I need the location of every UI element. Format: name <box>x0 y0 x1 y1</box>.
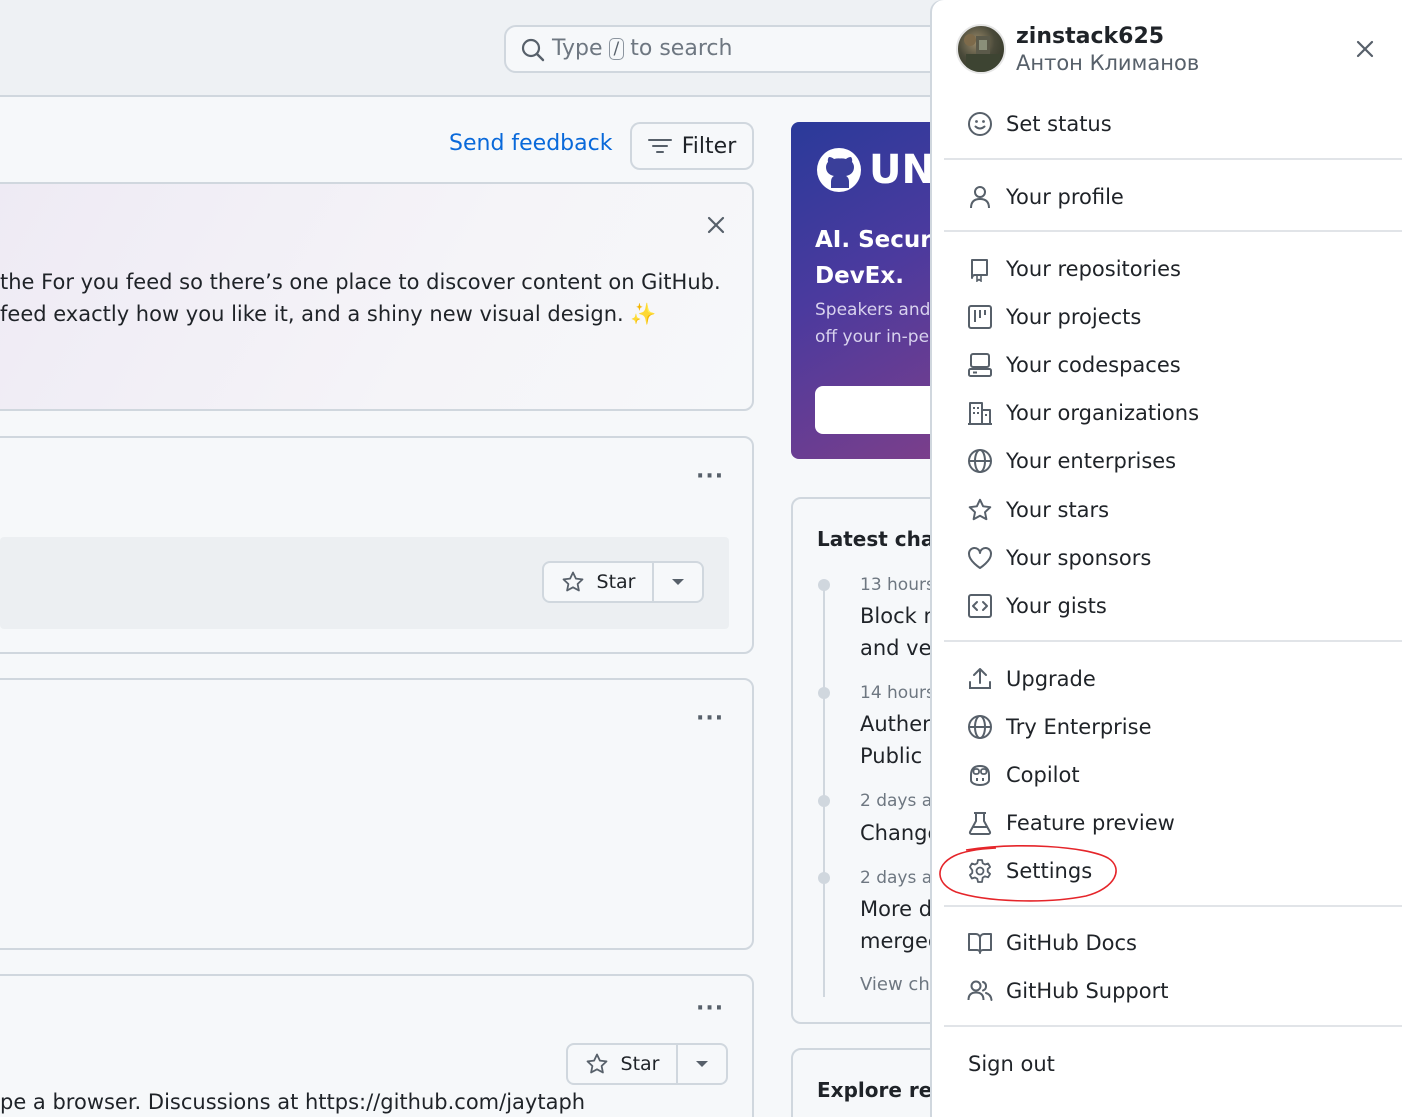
latest-changes-panel: Latest chang 13 hours Block n and ver 14… <box>791 497 951 1024</box>
menu-divider <box>944 230 1402 232</box>
change-link[interactable]: More d <box>860 893 932 925</box>
globe-icon <box>966 713 994 741</box>
codespaces-icon <box>966 351 994 379</box>
star-icon <box>585 1052 609 1076</box>
menu-item-your-enterprises[interactable]: Your enterprises <box>966 441 1396 481</box>
change-time: 13 hours <box>860 575 935 595</box>
change-time: 14 hours <box>860 683 935 703</box>
menu-divider <box>944 905 1402 907</box>
copilot-icon <box>966 761 994 789</box>
kebab-menu-icon[interactable]: ··· <box>696 706 724 731</box>
github-mark-icon <box>817 148 861 192</box>
upload-icon <box>966 665 994 693</box>
feed-announcement-banner <box>0 182 754 411</box>
search-icon <box>520 37 546 63</box>
organization-icon <box>966 399 994 427</box>
filter-button[interactable]: Filter <box>630 122 754 170</box>
menu-item-github-docs[interactable]: GitHub Docs <box>966 923 1396 963</box>
menu-item-your-profile[interactable]: Your profile <box>966 177 1396 217</box>
kebab-menu-icon[interactable]: ··· <box>696 464 724 489</box>
github-universe-logo: UNIV <box>815 146 951 194</box>
star-icon <box>966 496 994 524</box>
red-annotation-circle <box>939 845 1117 902</box>
star-list-dropdown[interactable] <box>678 1045 726 1083</box>
explore-title: Explore repo <box>817 1078 951 1102</box>
menu-item-set-status[interactable]: Set status <box>966 104 1396 144</box>
timeline-dot <box>818 872 830 884</box>
close-icon[interactable] <box>705 214 727 236</box>
menu-item-github-support[interactable]: GitHub Support <box>966 971 1396 1011</box>
star-button[interactable]: Star <box>566 1043 728 1085</box>
universe-promo-card: UNIV AI. Securit DevEx. Speakers and off… <box>791 122 951 459</box>
timeline-line <box>823 587 825 997</box>
feed-item-card <box>0 678 754 950</box>
star-button[interactable]: Star <box>542 561 704 603</box>
menu-item-your-codespaces[interactable]: Your codespaces <box>966 345 1396 385</box>
smiley-icon <box>966 110 994 138</box>
banner-text-line-1: the For you feed so there’s one place to… <box>0 270 721 294</box>
menu-divider <box>944 1025 1402 1027</box>
send-feedback-link[interactable]: Send feedback <box>449 131 612 156</box>
menu-divider <box>944 640 1402 642</box>
filter-label: Filter <box>681 133 737 159</box>
filter-icon <box>647 136 672 156</box>
star-label: Star <box>620 1053 660 1075</box>
change-link[interactable]: Change <box>860 817 940 849</box>
beaker-icon <box>966 809 994 837</box>
menu-item-upgrade[interactable]: Upgrade <box>966 659 1396 699</box>
heart-icon <box>966 544 994 572</box>
globe-icon <box>966 447 994 475</box>
book-icon <box>966 929 994 957</box>
menu-item-your-organizations[interactable]: Your organizations <box>966 393 1396 433</box>
code-square-icon <box>966 592 994 620</box>
menu-item-your-sponsors[interactable]: Your sponsors <box>966 538 1396 578</box>
menu-divider <box>944 158 1402 160</box>
project-icon <box>966 303 994 331</box>
star-list-dropdown[interactable] <box>654 563 702 601</box>
menu-full-name: Антон Климанов <box>1016 51 1200 75</box>
person-icon <box>966 183 994 211</box>
timeline-dot <box>818 579 830 591</box>
menu-item-your-projects[interactable]: Your projects <box>966 297 1396 337</box>
triangle-down-icon <box>695 1059 709 1069</box>
star-label: Star <box>596 571 636 593</box>
search-input[interactable]: Type / to search <box>504 25 964 73</box>
explore-repositories-panel: Explore repo <box>791 1048 951 1117</box>
view-changelog-link[interactable]: View cha <box>860 974 941 995</box>
people-icon <box>966 977 994 1005</box>
change-link[interactable]: merged <box>860 925 941 957</box>
repo-icon <box>966 255 994 283</box>
menu-item-your-gists[interactable]: Your gists <box>966 586 1396 626</box>
change-time: 2 days ag <box>860 868 943 888</box>
kebab-menu-icon[interactable]: ··· <box>696 996 724 1021</box>
avatar <box>956 24 1006 74</box>
menu-item-feature-preview[interactable]: Feature preview <box>966 803 1396 843</box>
menu-item-your-repositories[interactable]: Your repositories <box>966 249 1396 289</box>
change-time: 2 days ag <box>860 791 943 811</box>
menu-item-copilot[interactable]: Copilot <box>966 755 1396 795</box>
change-link[interactable]: Block n <box>860 600 937 632</box>
close-icon[interactable] <box>1353 37 1377 61</box>
promo-title: AI. Securit DevEx. <box>815 227 951 289</box>
menu-username: zinstack625 <box>1016 24 1165 49</box>
timeline-dot <box>818 795 830 807</box>
menu-item-sign-out[interactable]: Sign out <box>968 1044 1398 1084</box>
latest-changes-title: Latest chang <box>817 527 951 551</box>
promo-cta-button[interactable] <box>815 386 951 434</box>
promo-subtitle: Speakers and off your in-pe <box>815 300 931 347</box>
star-icon <box>561 570 585 594</box>
change-link[interactable]: Authen <box>860 708 935 740</box>
repo-description: pe a browser. Discussions at https://git… <box>0 1090 586 1114</box>
menu-item-your-stars[interactable]: Your stars <box>966 490 1396 530</box>
banner-text-line-2: feed exactly how you like it, and a shin… <box>0 302 657 326</box>
triangle-down-icon <box>671 577 685 587</box>
search-shortcut-key: / <box>608 37 625 60</box>
menu-item-try-enterprise[interactable]: Try Enterprise <box>966 707 1396 747</box>
search-placeholder: Type / to search <box>552 36 733 61</box>
change-link[interactable]: and ver <box>860 632 940 664</box>
timeline-dot <box>818 687 830 699</box>
change-link[interactable]: Public E <box>860 740 942 772</box>
